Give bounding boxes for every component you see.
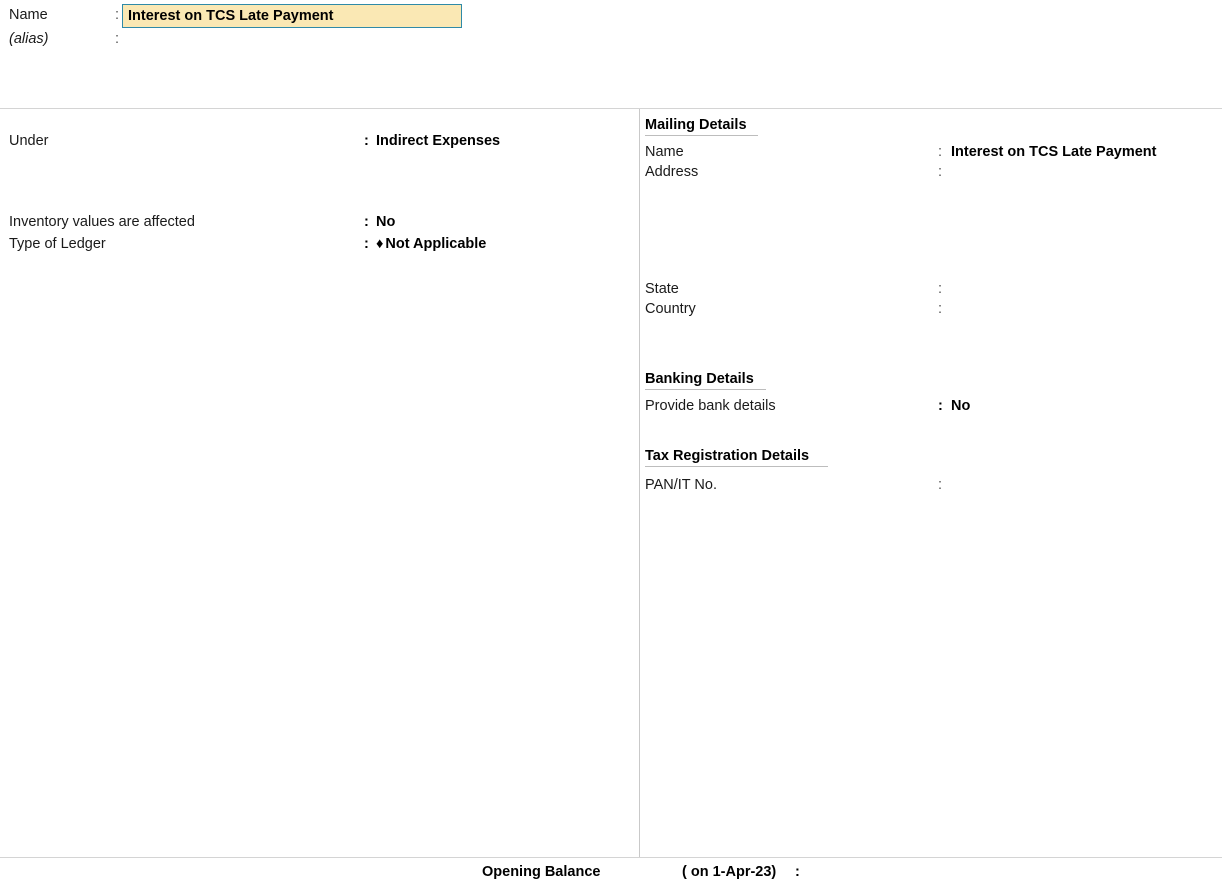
inventory-values-affected-value[interactable]: No — [376, 214, 395, 230]
mailing-address-label: Address — [645, 164, 699, 180]
panel-divider — [639, 109, 640, 857]
tax-registration-details-heading: Tax Registration Details — [645, 448, 828, 467]
opening-balance-as-on: ( on 1-Apr-23) — [682, 864, 777, 880]
inventory-values-affected-colon: : — [364, 214, 369, 230]
mailing-address-value[interactable] — [951, 164, 1176, 236]
opening-balance-colon: : — [795, 864, 800, 880]
mailing-name-colon: : — [938, 144, 943, 160]
alias-colon: : — [115, 31, 120, 47]
type-of-ledger-label: Type of Ledger — [9, 236, 106, 252]
mailing-state-colon: : — [938, 281, 943, 297]
pan-it-no-value[interactable] — [951, 477, 1176, 495]
header-separator — [0, 108, 1222, 109]
mailing-details-heading: Mailing Details — [645, 117, 758, 136]
mailing-address-colon: : — [938, 164, 943, 180]
opening-balance-value[interactable] — [810, 864, 1010, 882]
mailing-state-value[interactable] — [951, 281, 1176, 299]
provide-bank-details-label: Provide bank details — [645, 398, 776, 414]
diamond-bullet-icon: ♦ — [376, 236, 384, 252]
provide-bank-details-value[interactable]: No — [951, 398, 970, 414]
type-of-ledger-value-group[interactable]: ♦ Not Applicable — [376, 236, 486, 252]
under-colon: : — [364, 133, 369, 149]
alias-value[interactable] — [126, 31, 456, 49]
mailing-country-label: Country — [645, 301, 696, 317]
provide-bank-details-colon: : — [938, 398, 943, 414]
under-label: Under — [9, 133, 49, 149]
mailing-name-value[interactable]: Interest on TCS Late Payment — [951, 144, 1156, 160]
pan-it-no-label: PAN/IT No. — [645, 477, 717, 493]
banking-details-heading: Banking Details — [645, 371, 766, 390]
under-value[interactable]: Indirect Expenses — [376, 133, 500, 149]
name-label: Name — [9, 7, 48, 23]
mailing-name-label: Name — [645, 144, 684, 160]
footer-separator — [0, 857, 1222, 858]
mailing-country-colon: : — [938, 301, 943, 317]
ledger-name-input-value: Interest on TCS Late Payment — [128, 8, 334, 24]
alias-label: (alias) — [9, 31, 49, 47]
opening-balance-label: Opening Balance — [482, 864, 601, 880]
inventory-values-affected-label: Inventory values are affected — [9, 214, 195, 230]
type-of-ledger-colon: : — [364, 236, 369, 252]
mailing-state-label: State — [645, 281, 679, 297]
pan-it-no-colon: : — [938, 477, 943, 493]
name-colon: : — [115, 7, 120, 23]
ledger-name-input[interactable]: Interest on TCS Late Payment — [122, 4, 462, 28]
type-of-ledger-value: Not Applicable — [385, 236, 487, 252]
mailing-country-value[interactable] — [951, 301, 1176, 319]
